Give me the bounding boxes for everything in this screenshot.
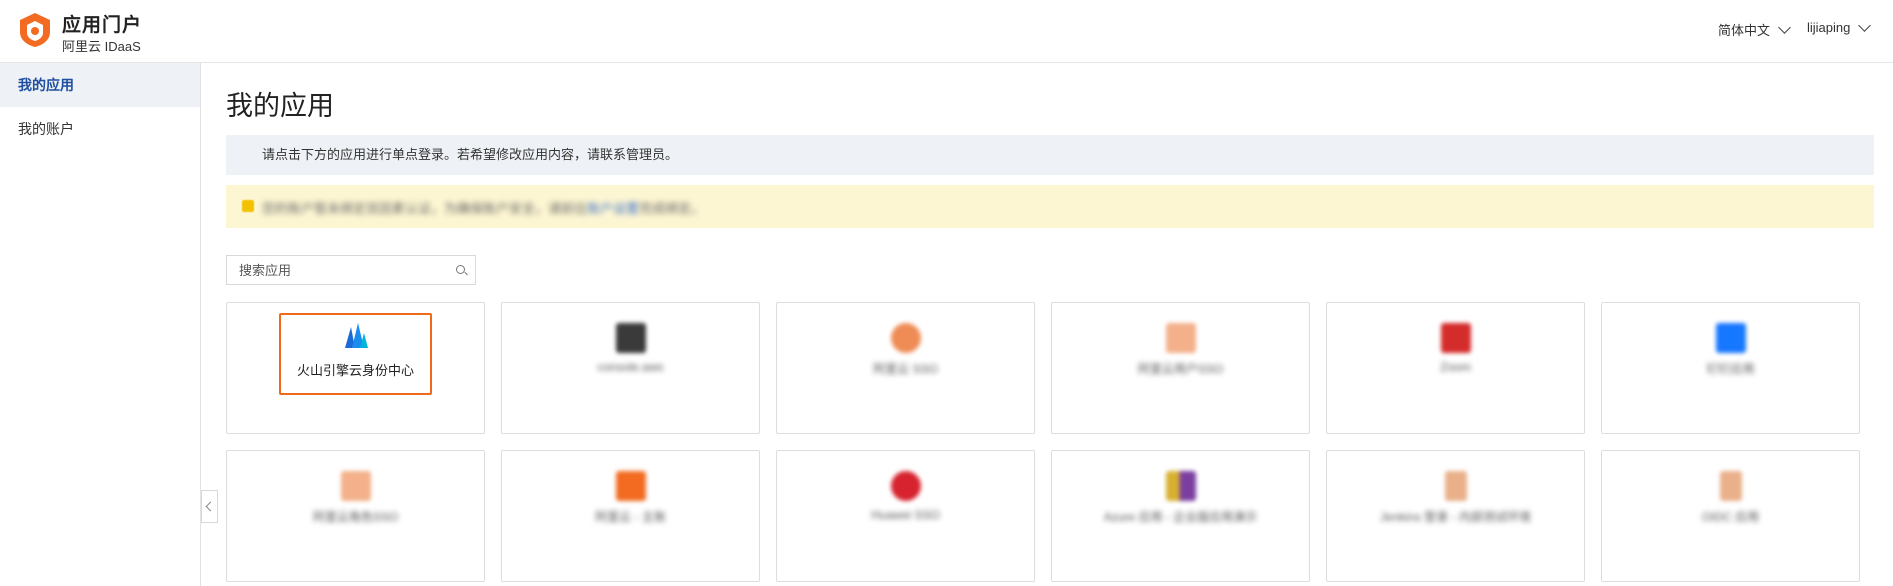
- user-menu[interactable]: lijiaping: [1807, 18, 1872, 35]
- language-label: 简体中文: [1718, 23, 1771, 38]
- app-name: Huawei SSO: [871, 508, 940, 522]
- app-card[interactable]: OIDC 应用: [1601, 450, 1860, 582]
- sidebar-item-my-account[interactable]: 我的账户: [0, 107, 200, 151]
- chevron-left-icon: [205, 501, 216, 512]
- app-card[interactable]: Azure 应用 - 企业版应用演示: [1051, 450, 1310, 582]
- app-name: Jenkins 登录 - 内部测试环境: [1380, 510, 1531, 524]
- search-icon[interactable]: [456, 265, 465, 274]
- app-card[interactable]: 钉钉应用: [1601, 302, 1860, 434]
- app-card[interactable]: Huawei SSO: [776, 450, 1035, 582]
- account-settings-link[interactable]: 账户设置: [587, 201, 639, 216]
- page-title: 我的应用: [226, 91, 334, 121]
- z-app-icon: [1440, 323, 1471, 353]
- app-card[interactable]: console.aws: [501, 302, 760, 434]
- app-card[interactable]: Zoom: [1326, 302, 1585, 434]
- purple-app-icon: [1165, 471, 1196, 501]
- app-search: [226, 255, 476, 285]
- dingtalk-app-icon: [1715, 323, 1746, 353]
- search-input[interactable]: [227, 256, 447, 284]
- d-app-icon: [1444, 471, 1467, 501]
- top-header: 应用门户 阿里云 IDaaS 简体中文 lijiaping: [0, 0, 1893, 63]
- bracket-app-icon: [340, 471, 371, 501]
- app-card[interactable]: 阿里云 - 主账: [501, 450, 760, 582]
- app-card[interactable]: 阿里云 SSO: [776, 302, 1035, 434]
- app-name: Azure 应用 - 企业版应用演示: [1103, 510, 1258, 524]
- idaas-logo-icon: [20, 13, 50, 47]
- portal-title: 应用门户: [62, 15, 143, 36]
- app-name: Zoom: [1440, 360, 1471, 374]
- info-notice: 请点击下方的应用进行单点登录。若希望修改应用内容，请联系管理员。: [226, 135, 1874, 175]
- app-card[interactable]: 阿里云角色SSO: [226, 450, 485, 582]
- orange-app-icon: [615, 471, 646, 501]
- chevron-down-icon: [1778, 20, 1791, 34]
- terminal-app-icon: [615, 323, 646, 353]
- huawei-app-icon: [890, 471, 921, 501]
- app-name: 钉钉应用: [1706, 362, 1755, 376]
- selection-highlight: [279, 313, 432, 395]
- flower-app-icon: [890, 323, 921, 353]
- sidebar-item-my-apps[interactable]: 我的应用: [0, 63, 200, 107]
- app-name: 阿里云 - 主账: [595, 510, 666, 524]
- app-name: 阿里云用户SSO: [1137, 362, 1224, 376]
- bracket-app-icon: [1165, 323, 1196, 353]
- app-name: console.aws: [597, 360, 664, 374]
- warning-text: 您的账户暂未绑定双因素认证，为确保账户安全，请前往账户设置完成绑定。: [262, 201, 705, 216]
- language-selector[interactable]: 简体中文: [1718, 20, 1791, 39]
- d-app-icon: [1719, 471, 1742, 501]
- username-label: lijiaping: [1807, 20, 1851, 35]
- warning-icon: [242, 200, 254, 212]
- app-name: 阿里云 SSO: [873, 362, 938, 376]
- app-name: 阿里云角色SSO: [312, 510, 399, 524]
- sidebar-collapse-button[interactable]: [201, 490, 218, 523]
- portal-subtitle: 阿里云 IDaaS: [62, 39, 141, 54]
- app-card[interactable]: Jenkins 登录 - 内部测试环境: [1326, 450, 1585, 582]
- chevron-down-icon: [1858, 18, 1872, 32]
- warning-banner: 您的账户暂未绑定双因素认证，为确保账户安全，请前往账户设置完成绑定。: [226, 185, 1874, 228]
- app-card[interactable]: 阿里云用户SSO: [1051, 302, 1310, 434]
- sidebar: 我的应用 我的账户: [0, 63, 201, 586]
- app-name: OIDC 应用: [1701, 510, 1760, 524]
